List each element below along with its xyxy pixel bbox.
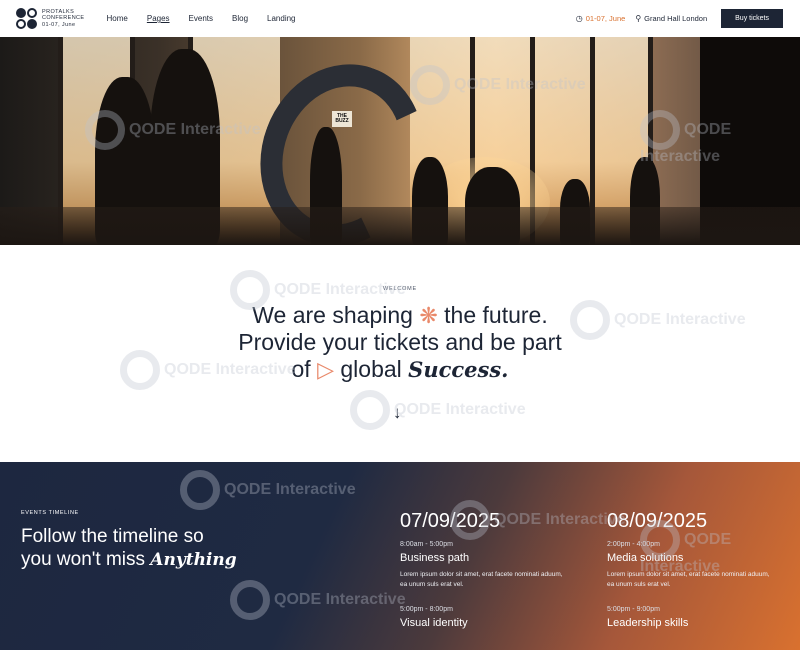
event-date-label: 01-07, June <box>585 14 626 23</box>
timeline-title-line-2: you won't miss <box>21 549 146 570</box>
timeline-title: Follow the timeline so you won't miss An… <box>21 525 237 572</box>
asterisk-deco-icon: ❋ <box>419 303 438 328</box>
timeline-title-emphasis: Anything <box>150 550 237 570</box>
day-date: 08/09/2025 <box>607 510 708 532</box>
hero-sign: THE BUZZ <box>332 111 352 127</box>
session-description: Lorem ipsum dolor sit amet, erat facete … <box>607 571 770 588</box>
timeline-day: 07/09/2025 8:00am - 5:00pm Business path… <box>400 509 575 645</box>
location-pin-icon: ⚲ <box>635 14 642 23</box>
site-header: PROTALKS CONFERENCE 01-07, June Home Pag… <box>0 0 800 37</box>
event-date: ◷ 01-07, June <box>576 14 626 23</box>
nav-pages[interactable]: Pages <box>147 14 170 23</box>
nav-home[interactable]: Home <box>107 14 128 23</box>
event-location-label: Grand Hall London <box>644 14 708 23</box>
welcome-section: WELCOME We are shaping ❋ the future. Pro… <box>0 245 800 462</box>
session-time: 2:00pm - 4:00pm <box>607 541 660 548</box>
logo-line-2: CONFERENCE <box>42 15 85 22</box>
session-item: 5:00pm - 9:00pm Leadership skills <box>607 606 782 629</box>
nav-blog[interactable]: Blog <box>232 14 248 23</box>
session-time: 8:00am - 5:00pm <box>400 541 453 548</box>
session-title[interactable]: Leadership skills <box>607 617 782 629</box>
timeline-eyebrow: EVENTS TIMELINE <box>21 510 79 516</box>
clock-icon: ◷ <box>575 14 583 23</box>
logo-line-3: 01-07, June <box>42 21 76 28</box>
session-item: 8:00am - 5:00pm Business path Lorem ipsu… <box>400 541 575 590</box>
headline-part-3: of <box>291 356 311 382</box>
arrow-down-icon[interactable]: ↓ <box>393 403 402 423</box>
headline-part-4: global <box>340 356 402 382</box>
hero-image: THE BUZZ <box>0 37 800 245</box>
session-item: 5:00pm - 8:00pm Visual identity <box>400 606 575 629</box>
headline-line-2: Provide your tickets and be part <box>238 329 562 355</box>
nav-landing[interactable]: Landing <box>267 14 295 23</box>
day-date: 07/09/2025 <box>400 510 501 532</box>
main-nav: Home Pages Events Blog Landing <box>107 14 315 23</box>
headline-emphasis: Success. <box>408 357 509 382</box>
session-item: 2:00pm - 4:00pm Media solutions Lorem ip… <box>607 541 782 590</box>
headline-part-1: We are shaping <box>252 302 413 328</box>
session-title[interactable]: Visual identity <box>400 617 575 629</box>
session-time: 5:00pm - 9:00pm <box>607 606 660 613</box>
timeline-title-line-1: Follow the timeline so <box>21 526 204 547</box>
session-time: 5:00pm - 8:00pm <box>400 606 453 613</box>
nav-events[interactable]: Events <box>189 14 213 23</box>
logo-mark-icon <box>16 7 38 30</box>
headline-part-2: the future. <box>444 302 548 328</box>
session-title[interactable]: Business path <box>400 552 575 564</box>
session-title[interactable]: Media solutions <box>607 552 782 564</box>
welcome-headline: We are shaping ❋ the future. Provide you… <box>0 302 800 383</box>
event-location: ⚲ Grand Hall London <box>635 14 707 23</box>
session-description: Lorem ipsum dolor sit amet, erat facete … <box>400 571 563 588</box>
events-timeline-section: EVENTS TIMELINE Follow the timeline so y… <box>0 462 800 650</box>
buy-tickets-button[interactable]: Buy tickets <box>721 9 783 28</box>
timeline-day: 08/09/2025 2:00pm - 4:00pm Media solutio… <box>607 509 782 645</box>
welcome-eyebrow: WELCOME <box>382 286 418 292</box>
play-deco-icon: ▷ <box>317 357 334 382</box>
site-logo[interactable]: PROTALKS CONFERENCE 01-07, June <box>16 7 85 30</box>
header-meta: ◷ 01-07, June ⚲ Grand Hall London Buy ti… <box>576 9 784 28</box>
